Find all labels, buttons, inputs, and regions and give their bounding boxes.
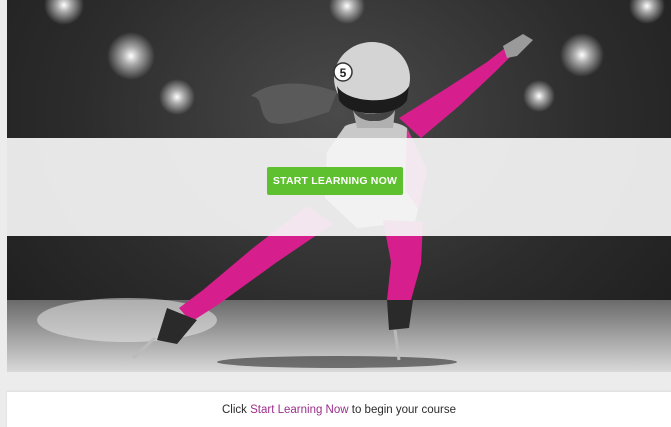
stadium-light [560,33,604,77]
skater-hair [251,83,337,124]
stadium-light [107,32,155,80]
stadium-light [44,0,84,25]
skater-arm [399,48,511,138]
stadium-light [523,80,555,112]
stadium-light [629,0,665,24]
instruction-prefix: Click [222,404,251,416]
instruction-bar: Click Start Learning Now to begin your c… [7,391,671,427]
helmet-number: 5 [340,66,347,80]
start-learning-link[interactable]: Start Learning Now [250,404,348,416]
instruction-suffix: to begin your course [348,404,456,416]
start-learning-button[interactable]: START LEARNING NOW [267,167,403,195]
stadium-light [159,79,195,115]
course-start-page: 5 START LEARNING NOW Click Start Learnin… [0,0,671,427]
stadium-light [329,0,365,24]
